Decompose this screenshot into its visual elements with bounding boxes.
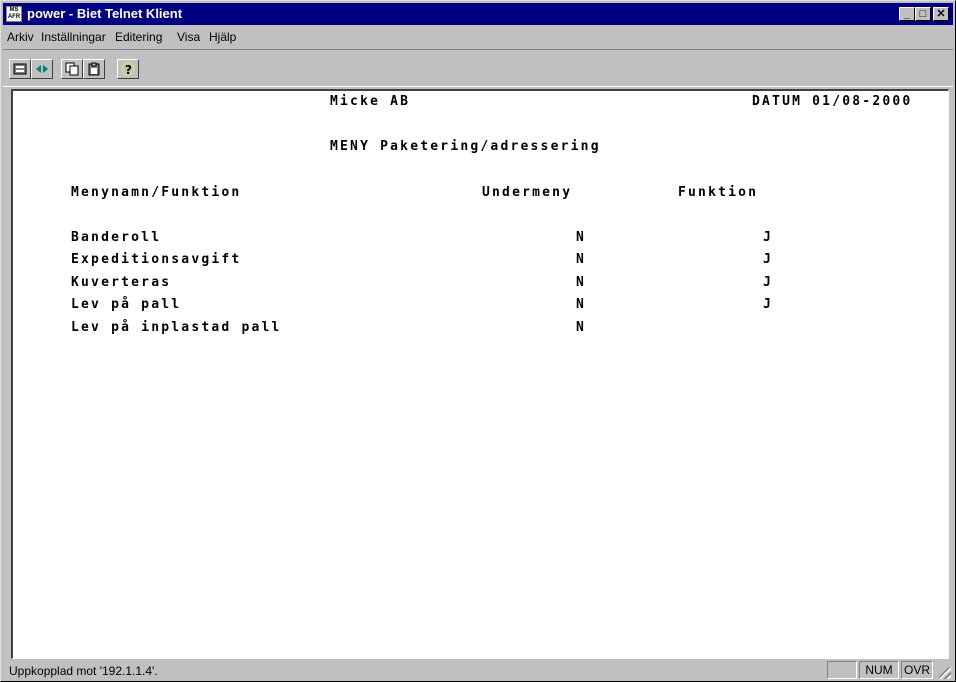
row-function: J [763,252,774,267]
row-function: J [763,297,774,312]
terminal-screen[interactable]: Micke AB DATUM 01/08-2000 MENY Paketerin… [11,89,949,659]
status-empty-panel [827,661,857,679]
app-icon[interactable]: MS AFR [6,6,22,22]
row-name: Expeditionsavgift [71,252,242,267]
telnet-window: MS AFR power - Biet Telnet Klient _ □ ✕ … [0,0,956,682]
disconnect-button[interactable] [31,59,53,79]
help-icon: ? [121,62,135,76]
menu-title: MENY Paketering/adressering [330,139,601,154]
num-lock-indicator: NUM [859,661,899,679]
header-submenu: Undermeny [482,185,573,200]
overwrite-indicator: OVR [901,661,933,679]
title-bar[interactable]: MS AFR power - Biet Telnet Klient _ □ ✕ [3,3,953,25]
connection-status: Uppkopplad mot '192.1.1.4'. [9,664,158,678]
row-submenu: N [576,230,587,245]
minimize-button[interactable]: _ [899,7,915,21]
menu-hjalp[interactable]: Hjälp [209,30,236,44]
resize-grip[interactable] [939,667,951,679]
menu-arkiv[interactable]: Arkiv [7,30,34,44]
row-name: Kuverteras [71,275,172,290]
paste-icon [88,62,100,76]
menu-visa[interactable]: Visa [177,30,200,44]
row-submenu: N [576,252,587,267]
date-label: DATUM 01/08-2000 [752,94,913,109]
maximize-button[interactable]: □ [915,7,931,21]
row-name: Lev på inplastad pall [71,320,282,335]
row-function: J [763,275,774,290]
copy-icon [65,62,79,76]
row-name: Lev på pall [71,297,182,312]
row-function: J [763,230,774,245]
toolbar: ? [3,49,953,87]
status-bar: Uppkopplad mot '192.1.1.4'. NUM OVR [3,661,953,681]
menu-installningar[interactable]: Inställningar [41,30,106,44]
header-function: Funktion [678,185,759,200]
row-name: Banderoll [71,230,162,245]
row-submenu: N [576,297,587,312]
connect-icon [13,63,27,75]
close-button[interactable]: ✕ [933,7,949,21]
header-name: Menynamn/Funktion [71,185,242,200]
window-title: power - Biet Telnet Klient [27,6,183,21]
row-submenu: N [576,320,587,335]
connect-button[interactable] [9,59,31,79]
company-name: Micke AB [330,94,411,109]
menu-bar: Arkiv Inställningar Editering Visa Hjälp [3,27,953,47]
copy-button[interactable] [61,59,83,79]
row-submenu: N [576,275,587,290]
paste-button[interactable] [83,59,105,79]
help-button[interactable]: ? [117,59,139,79]
disconnect-icon [36,65,48,73]
menu-editering[interactable]: Editering [115,30,162,44]
